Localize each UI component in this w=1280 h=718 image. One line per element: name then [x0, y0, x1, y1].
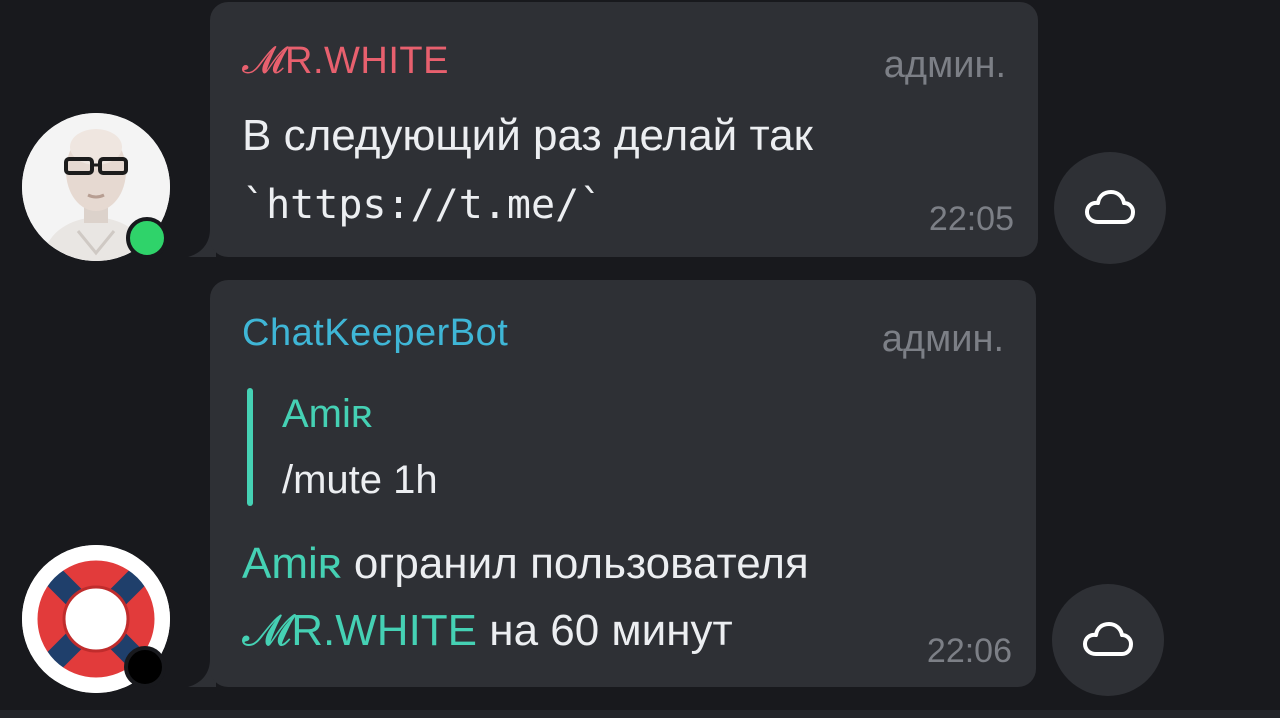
- reply-author[interactable]: Amiʀ: [282, 392, 373, 437]
- message-code: `https://t.me/`: [242, 182, 604, 228]
- message-text: огранил пользователя: [341, 539, 809, 588]
- sender-name[interactable]: ChatKeeperBot: [242, 312, 508, 355]
- share-button[interactable]: [1054, 152, 1166, 264]
- admin-badge: админ.: [881, 318, 1004, 360]
- message-text-line1: Amiʀ огранил пользователя: [242, 536, 809, 592]
- message-bubble[interactable]: 𝓜R.WHITE админ. В следующий раз делай та…: [210, 2, 1038, 257]
- admin-badge: админ.: [883, 44, 1006, 86]
- online-status-indicator: [126, 217, 168, 259]
- mention-target[interactable]: 𝓜R.WHITE: [242, 606, 477, 655]
- message-time: 22:06: [926, 632, 1012, 670]
- message-time: 22:05: [928, 200, 1014, 238]
- message-text: на 60 минут: [477, 606, 733, 655]
- share-button[interactable]: [1052, 584, 1164, 696]
- reply-text: /mute 1h: [282, 458, 438, 502]
- input-bar-edge: [0, 710, 1280, 718]
- message-text-line2: 𝓜R.WHITE на 60 минут: [242, 603, 733, 659]
- message-bubble[interactable]: ChatKeeperBot админ. Amiʀ /mute 1h Amiʀ …: [210, 280, 1036, 687]
- chat-area: 𝓜R.WHITE админ. В следующий раз делай та…: [0, 0, 1280, 718]
- cloud-icon: [1083, 622, 1133, 656]
- mention-actor[interactable]: Amiʀ: [242, 539, 342, 588]
- cloud-icon: [1085, 190, 1135, 224]
- status-indicator: [124, 646, 166, 688]
- sender-name[interactable]: 𝓜R.WHITE: [242, 40, 449, 83]
- reply-quote-bar: [247, 388, 253, 506]
- message-text-line1: В следующий раз делай так: [242, 111, 813, 160]
